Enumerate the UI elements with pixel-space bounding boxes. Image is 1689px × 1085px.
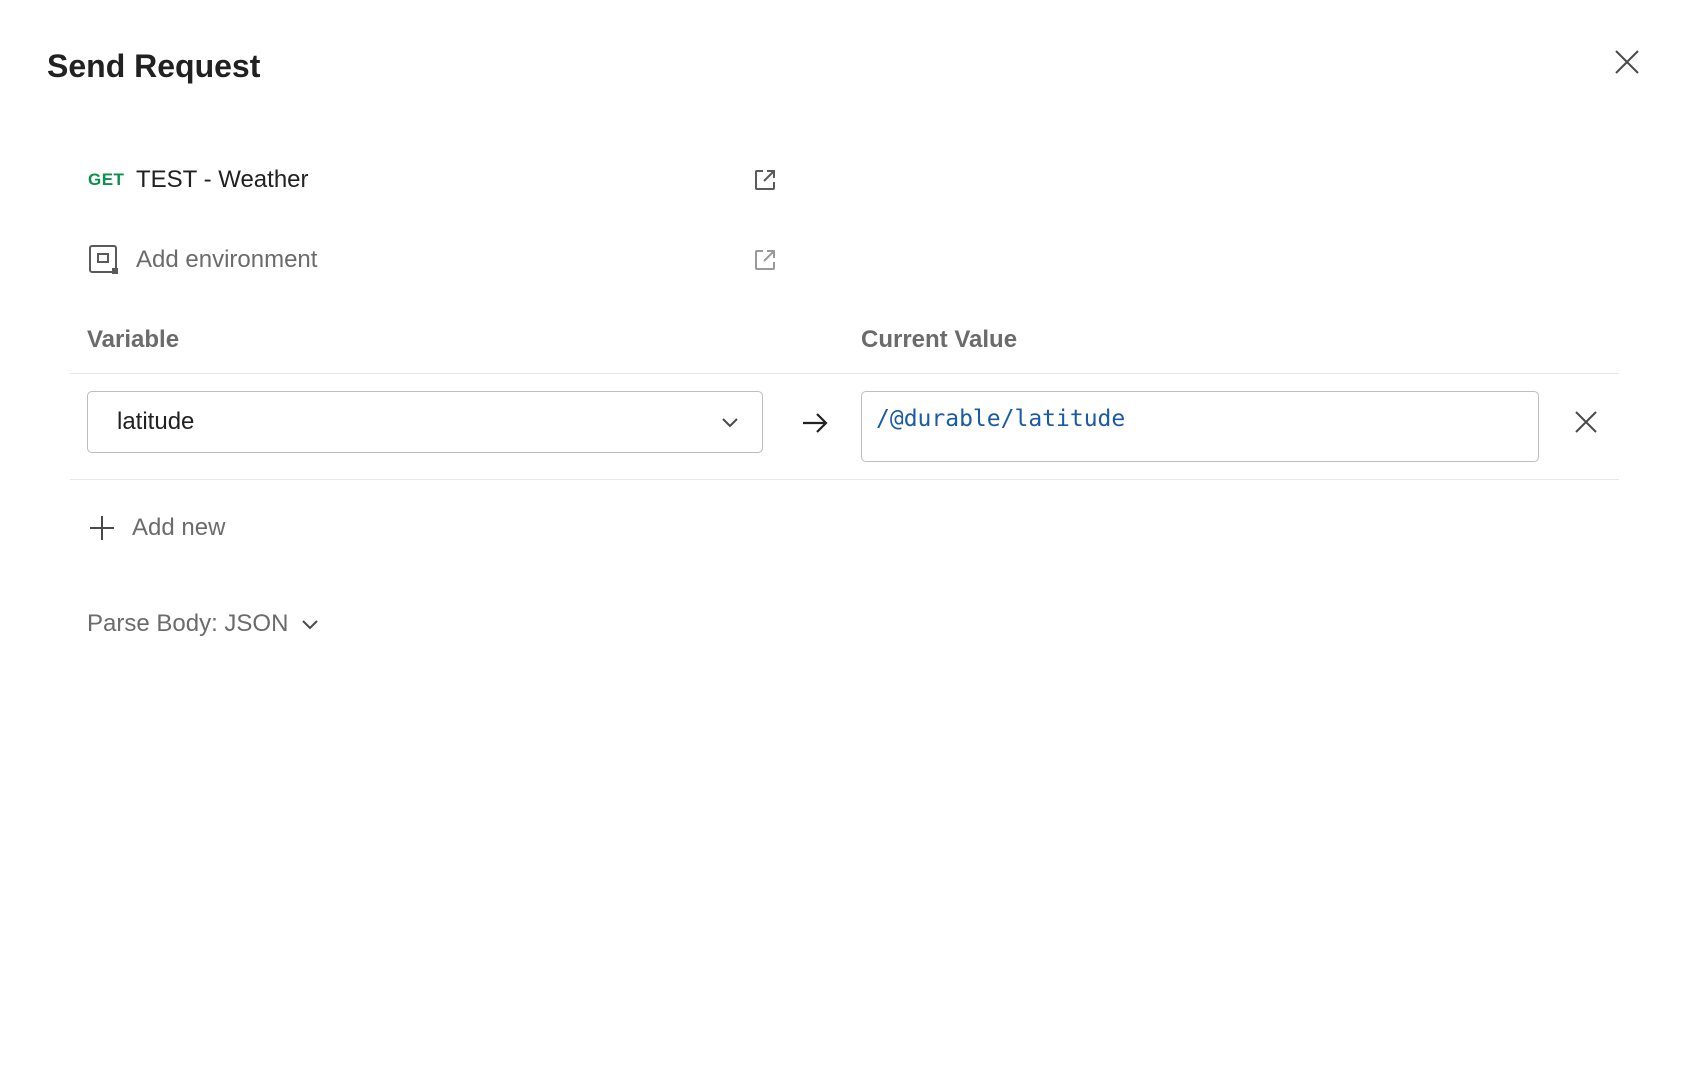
chevron-down-icon bbox=[722, 418, 738, 428]
method-badge: GET bbox=[88, 170, 125, 189]
close-button[interactable] bbox=[1608, 43, 1646, 81]
external-link-icon bbox=[755, 250, 775, 270]
request-name: TEST - Weather bbox=[136, 166, 309, 193]
arrow-right-icon bbox=[803, 413, 828, 433]
variable-select[interactable]: latitude bbox=[87, 391, 763, 453]
plus-icon bbox=[90, 516, 114, 540]
remove-row-button[interactable] bbox=[1570, 406, 1602, 438]
parse-body-dropdown[interactable]: Parse Body: JSON bbox=[87, 606, 320, 642]
current-value-input[interactable]: /@durable/latitude bbox=[861, 391, 1539, 462]
request-row: GET TEST - Weather bbox=[88, 158, 778, 202]
add-environment-label: Add environment bbox=[136, 246, 318, 273]
environment-icon bbox=[89, 245, 118, 274]
table-divider bbox=[70, 479, 1619, 480]
add-new-label: Add new bbox=[132, 514, 226, 541]
close-icon bbox=[1615, 50, 1639, 74]
modal-title: Send Request bbox=[47, 48, 261, 84]
remove-icon bbox=[1575, 411, 1597, 433]
external-link-icon bbox=[755, 170, 775, 190]
variable-select-value: latitude bbox=[117, 408, 195, 435]
parse-body-label: Parse Body: JSON bbox=[87, 610, 289, 637]
chevron-down-icon bbox=[302, 620, 319, 630]
add-new-button[interactable]: Add new bbox=[88, 510, 225, 546]
table-divider bbox=[70, 373, 1619, 374]
open-environment-link[interactable] bbox=[752, 247, 778, 273]
send-request-modal: Send Request GET TEST - Weather Add envi… bbox=[0, 0, 1689, 1085]
environment-row[interactable]: Add environment bbox=[88, 238, 778, 282]
open-request-link[interactable] bbox=[752, 167, 778, 193]
column-header-variable: Variable bbox=[87, 326, 180, 353]
column-header-current-value: Current Value bbox=[861, 326, 1018, 353]
